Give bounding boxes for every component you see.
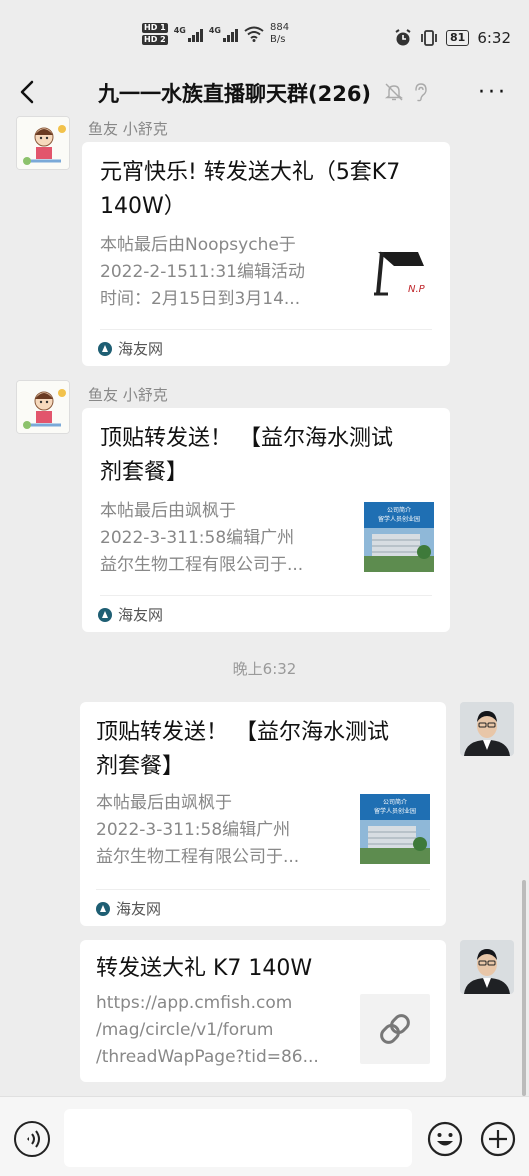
card-thumbnail: N.P	[364, 236, 434, 306]
card-source: 海友网	[98, 338, 163, 359]
card-title: 转发送大礼 K7 140W	[96, 956, 313, 981]
building-banner-image: 公司简介 留学人员创业园	[364, 502, 434, 572]
brand-logo-text: N.P	[408, 284, 426, 295]
signal-1-icon: 4G	[174, 26, 203, 42]
card-thumbnail: 公司简介 留学人员创业园	[364, 502, 434, 572]
portrait-image	[460, 702, 514, 756]
card-desc-line: 2022-3-311:58编辑广州	[100, 528, 295, 548]
card-desc-line: 2022-2-1511:31编辑活动	[100, 262, 305, 282]
card-source-name: 海友网	[118, 340, 164, 358]
card-source-name: 海友网	[118, 606, 164, 624]
my-avatar[interactable]	[460, 940, 514, 994]
card-description: 本帖最后由Noopsyche于 2022-2-1511:31编辑活动 时间：2月…	[100, 232, 350, 313]
voice-icon	[27, 1130, 40, 1148]
card-source-name: 海友网	[116, 900, 162, 918]
voice-button[interactable]	[14, 1121, 50, 1157]
card-source: 海友网	[98, 604, 163, 625]
card-url-line: /threadWapPage?tid=86...	[96, 1047, 319, 1067]
card-title-line: 元宵快乐! 转发送大礼（5套K7	[100, 160, 401, 185]
signal-2-icon: 4G	[209, 26, 238, 42]
card-title-line: 剂套餐】	[96, 754, 185, 779]
avatar[interactable]	[16, 380, 70, 434]
link-card[interactable]: 转发送大礼 K7 140W https://app.cmfish.com /ma…	[80, 940, 446, 1082]
card-desc-line: 本帖最后由Noopsyche于	[100, 235, 296, 255]
banner-line: 公司简介	[383, 798, 407, 806]
source-icon	[98, 607, 112, 622]
clock: 6:32	[477, 29, 511, 47]
card-title: 顶贴转发送！ 【益尔海水测试 剂套餐】	[100, 422, 440, 490]
status-bar: HD 1 HD 2 4G 4G 884 B/s 81 6:32	[0, 0, 529, 62]
card-title: 顶贴转发送！ 【益尔海水测试 剂套餐】	[96, 716, 436, 784]
scrollbar[interactable]	[522, 880, 526, 1096]
cartoon-avatar-image	[17, 381, 69, 433]
banner-line: 留学人员创业园	[374, 807, 416, 815]
card-desc-line: 本帖最后由飒枫于	[100, 501, 236, 521]
speed-value: 884	[269, 22, 290, 33]
share-card[interactable]: 顶贴转发送！ 【益尔海水测试 剂套餐】 本帖最后由飒枫于 2022-3-311:…	[82, 408, 450, 632]
card-desc-line: 本帖最后由飒枫于	[96, 793, 232, 813]
plus-icon[interactable]	[479, 1120, 517, 1158]
source-icon	[96, 901, 110, 916]
card-divider	[96, 889, 430, 890]
chat-header: 九一一水族直播聊天群(226) ···	[0, 62, 529, 122]
card-divider	[100, 329, 432, 330]
wifi-icon	[244, 26, 264, 42]
share-card[interactable]: 顶贴转发送！ 【益尔海水测试 剂套餐】 本帖最后由飒枫于 2022-3-311:…	[80, 702, 446, 926]
portrait-image	[460, 940, 514, 994]
card-title-line: 顶贴转发送！ 【益尔海水测试	[100, 426, 393, 451]
link-icon	[380, 1014, 410, 1044]
alarm-icon	[395, 29, 411, 46]
status-left: HD 1 HD 2 4G 4G 884 B/s	[142, 22, 289, 46]
speed-unit: B/s	[269, 34, 286, 45]
card-description: 本帖最后由飒枫于 2022-3-311:58编辑广州 益尔生物工程有限公司于..…	[100, 498, 350, 579]
back-arrow-icon[interactable]	[14, 76, 42, 108]
card-title-line: 140W）	[100, 194, 186, 219]
source-icon	[98, 341, 112, 356]
status-right: 81 6:32	[394, 29, 511, 47]
card-description: 本帖最后由飒枫于 2022-3-311:58编辑广州 益尔生物工程有限公司于..…	[96, 790, 348, 871]
card-desc-line: 益尔生物工程有限公司于...	[100, 555, 304, 575]
vibrate-icon	[421, 30, 437, 46]
earpiece-icon	[415, 83, 427, 102]
card-url-line: /mag/circle/v1/forum	[96, 1020, 274, 1040]
hd2-badge: HD 2	[142, 35, 168, 45]
chat-title: 九一一水族直播聊天群(226)	[98, 82, 372, 106]
message-input[interactable]	[64, 1109, 412, 1167]
input-bar	[0, 1096, 529, 1176]
card-desc-line: 时间：2月15日到3月14...	[100, 289, 301, 309]
my-avatar[interactable]	[460, 702, 514, 756]
card-divider	[100, 595, 432, 596]
card-title: 元宵快乐! 转发送大礼（5套K7 140W）	[100, 156, 440, 224]
banner-line: 留学人员创业园	[378, 515, 420, 523]
chat-timestamp: 晚上6:32	[232, 660, 297, 678]
battery-level: 81	[446, 30, 470, 46]
more-icon[interactable]: ···	[478, 82, 508, 104]
emoji-icon[interactable]	[426, 1120, 464, 1158]
network-2-label: 4G	[208, 26, 221, 35]
card-url: https://app.cmfish.com /mag/circle/v1/fo…	[96, 990, 352, 1071]
hd-indicators: HD 1 HD 2	[142, 23, 168, 45]
hd1-badge: HD 1	[142, 23, 168, 33]
link-thumbnail	[360, 994, 430, 1064]
banner-line: 公司简介	[387, 506, 411, 514]
card-url-line: https://app.cmfish.com	[96, 993, 293, 1013]
cartoon-avatar-image	[17, 117, 69, 169]
mute-bell-icon	[384, 83, 404, 101]
card-title-line: 顶贴转发送！ 【益尔海水测试	[96, 720, 389, 745]
card-thumbnail: 公司简介 留学人员创业园	[360, 794, 430, 864]
avatar[interactable]	[16, 116, 70, 170]
card-title-line: 剂套餐】	[100, 460, 189, 485]
card-source: 海友网	[96, 898, 161, 919]
sender-name: 鱼友 小舒克	[88, 120, 168, 138]
building-banner-image: 公司简介 留学人员创业园	[360, 794, 430, 864]
share-card[interactable]: 元宵快乐! 转发送大礼（5套K7 140W） 本帖最后由Noopsyche于 2…	[82, 142, 450, 366]
card-desc-line: 益尔生物工程有限公司于...	[96, 847, 300, 867]
aquarium-light-image: N.P	[374, 251, 426, 296]
card-desc-line: 2022-3-311:58编辑广州	[96, 820, 291, 840]
network-speed: 884 B/s	[270, 22, 289, 46]
network-1-label: 4G	[173, 26, 186, 35]
sender-name: 鱼友 小舒克	[88, 386, 168, 404]
